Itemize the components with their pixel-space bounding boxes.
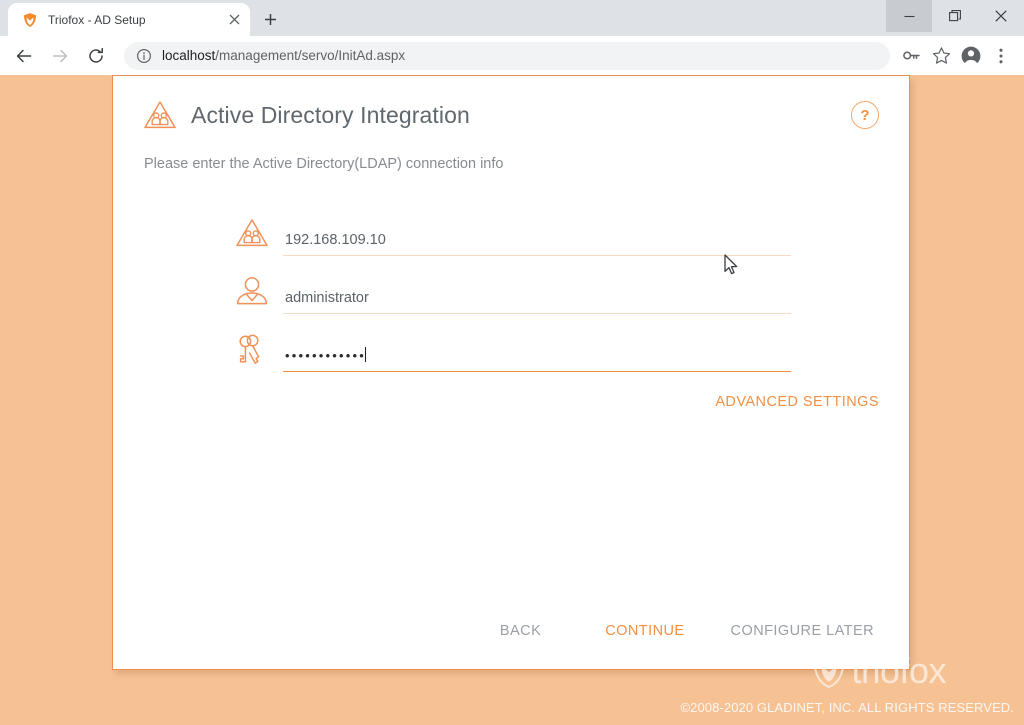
account-avatar-icon[interactable] <box>956 41 986 71</box>
star-icon[interactable] <box>926 41 956 71</box>
address-bar-url: localhost/management/servo/InitAd.aspx <box>162 48 405 63</box>
field-password: •••••••••••• <box>113 314 909 372</box>
back-button[interactable] <box>8 40 40 72</box>
page-viewport: Active Directory Integration ? Please en… <box>0 75 1024 725</box>
field-server <box>113 198 909 256</box>
browser-toolbar: localhost/management/servo/InitAd.aspx <box>0 36 1024 75</box>
text-caret <box>365 347 367 362</box>
three-dot-menu-icon[interactable] <box>986 41 1016 71</box>
keys-icon <box>233 330 271 368</box>
url-host: localhost <box>162 48 216 63</box>
window-maximize-button[interactable] <box>932 0 978 32</box>
new-tab-button[interactable] <box>256 5 284 33</box>
active-directory-triangle-icon <box>143 100 177 130</box>
advanced-settings-row: ADVANCED SETTINGS <box>113 394 909 410</box>
password-masked-value: •••••••••••• <box>285 348 367 363</box>
ad-connection-form: •••••••••••• <box>113 198 909 372</box>
help-button[interactable]: ? <box>851 101 879 129</box>
server-input-wrapper <box>283 231 793 256</box>
url-path: /management/servo/InitAd.aspx <box>215 48 406 63</box>
card-actions: BACK CONTINUE CONFIGURE LATER <box>113 617 909 645</box>
continue-button[interactable]: CONTINUE <box>595 617 694 645</box>
server-input[interactable] <box>283 232 793 248</box>
window-close-button[interactable] <box>978 0 1024 32</box>
card-header: Active Directory Integration ? <box>113 76 909 130</box>
field-username <box>113 256 909 314</box>
username-input-wrapper <box>283 289 793 314</box>
configure-later-button[interactable]: CONFIGURE LATER <box>721 617 884 645</box>
triofox-shield-icon <box>22 12 38 28</box>
address-bar[interactable]: localhost/management/servo/InitAd.aspx <box>124 41 890 70</box>
forward-button[interactable] <box>44 40 76 72</box>
copyright-text: ©2008-2020 GLADINET, INC. ALL RIGHTS RES… <box>680 700 1014 715</box>
ad-integration-card: Active Directory Integration ? Please en… <box>112 75 910 670</box>
tab-title: Triofox - AD Setup <box>48 12 146 27</box>
close-icon[interactable] <box>224 10 244 30</box>
browser-tab[interactable]: Triofox - AD Setup <box>8 3 250 36</box>
key-icon[interactable] <box>896 41 926 71</box>
info-circle-icon[interactable] <box>136 48 152 64</box>
password-input[interactable]: •••••••••••• <box>283 347 367 363</box>
tab-strip: Triofox - AD Setup <box>0 0 1024 36</box>
reload-button[interactable] <box>80 40 112 72</box>
page-title: Active Directory Integration <box>191 101 470 128</box>
window-minimize-button[interactable] <box>886 0 932 32</box>
password-input-wrapper: •••••••••••• <box>283 347 791 372</box>
window-controls <box>886 0 1024 32</box>
active-directory-triangle-icon <box>233 214 271 252</box>
page-subtitle: Please enter the Active Directory(LDAP) … <box>144 156 504 172</box>
advanced-settings-link[interactable]: ADVANCED SETTINGS <box>715 394 879 410</box>
user-icon <box>233 272 271 310</box>
username-input[interactable] <box>283 290 793 306</box>
browser-window: Triofox - AD Setup localhost/management/… <box>0 0 1024 725</box>
back-button-page[interactable]: BACK <box>490 617 551 645</box>
